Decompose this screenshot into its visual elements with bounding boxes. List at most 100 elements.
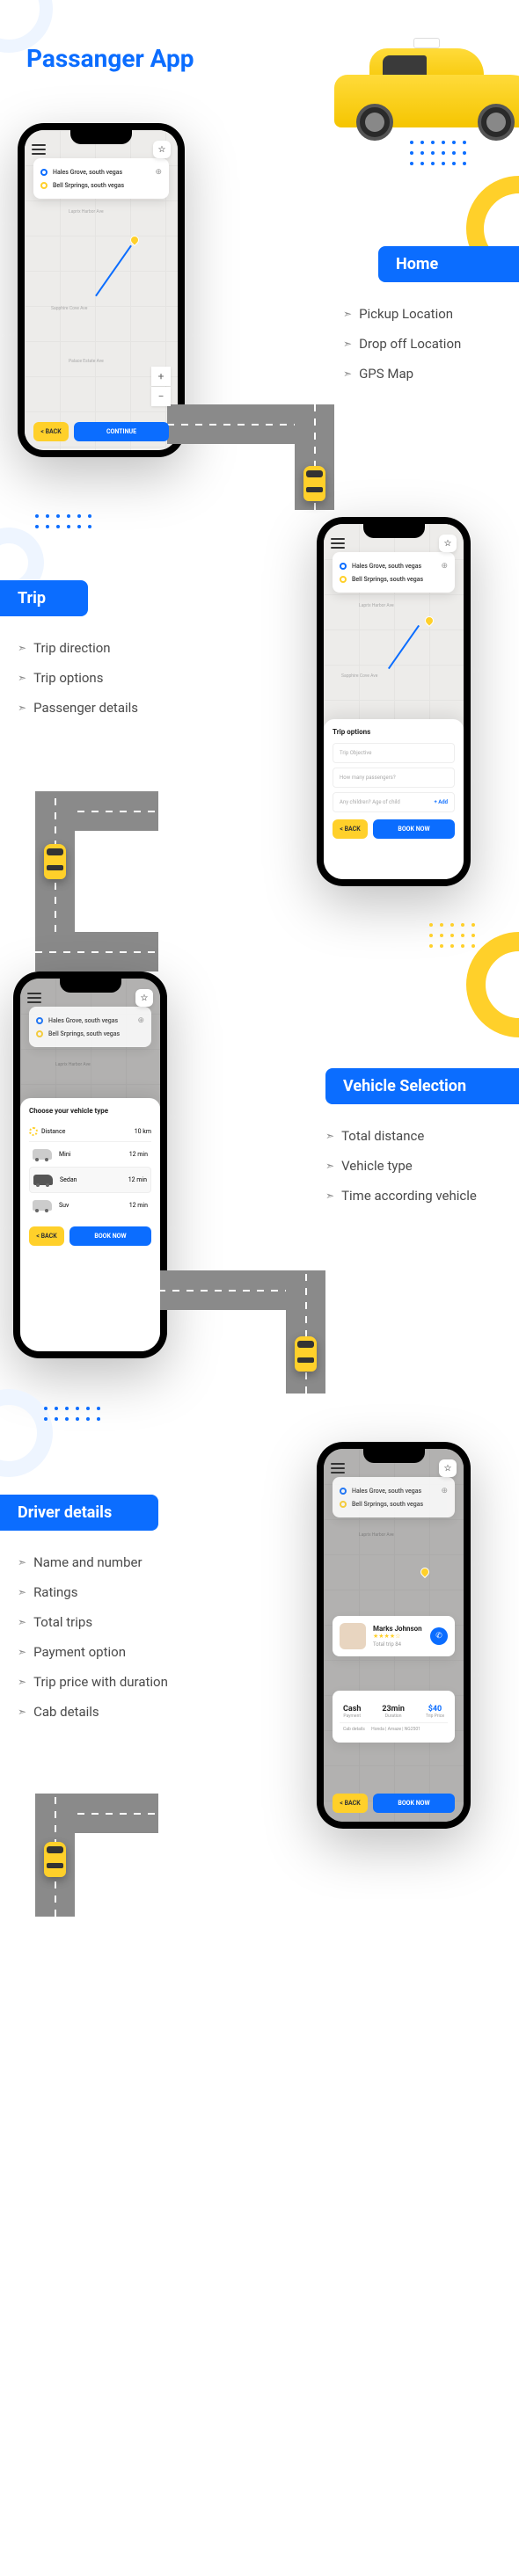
- back-button[interactable]: < BACK: [33, 422, 69, 441]
- driver-avatar: [340, 1623, 366, 1649]
- vehicle-name: Sedan: [60, 1176, 77, 1183]
- decoration: [0, 1389, 53, 1477]
- feature-item: Total distance: [325, 1121, 501, 1151]
- dropoff-text: Bell Srprings, south vegas: [352, 1501, 423, 1508]
- dropoff-text: Bell Srprings, south vegas: [48, 1030, 120, 1037]
- pickup-text: Hales Grove, south vegas: [352, 563, 421, 570]
- street-label: Laprix Harbor Ave: [359, 1532, 394, 1538]
- book-now-button[interactable]: BOOK NOW: [373, 819, 455, 839]
- pickup-row[interactable]: Hales Grove, south vegas ⊕: [340, 559, 448, 573]
- distance-row: Distance 10 km: [29, 1122, 151, 1142]
- passengers-input[interactable]: How many passengers?: [333, 768, 455, 788]
- back-button[interactable]: < BACK: [333, 819, 368, 839]
- car-icon: [33, 1200, 52, 1211]
- menu-icon[interactable]: [331, 538, 345, 549]
- car-icon: [33, 1149, 52, 1160]
- trip-objective-input[interactable]: Trip Objective: [333, 743, 455, 763]
- taxi-icon: [44, 1842, 66, 1877]
- payment-value: Cash: [343, 1705, 361, 1714]
- taxi-icon: [295, 1336, 317, 1372]
- car-icon: [33, 1175, 53, 1185]
- duration-value: 23min: [382, 1705, 405, 1714]
- location-card: Hales Grove, south vegas ⊕ Bell Srprings,…: [333, 552, 455, 593]
- decoration: [410, 141, 466, 165]
- menu-icon[interactable]: [32, 144, 46, 155]
- back-button[interactable]: < BACK: [333, 1794, 368, 1813]
- pickup-pin-icon: [340, 563, 347, 570]
- rating-stars: ★★★★☆: [373, 1633, 423, 1640]
- target-icon[interactable]: ⊕: [441, 562, 448, 571]
- feature-item: GPS Map: [343, 359, 501, 389]
- book-now-button[interactable]: BOOK NOW: [373, 1794, 455, 1813]
- favorite-icon[interactable]: ☆: [135, 989, 153, 1007]
- dropoff-row[interactable]: Bell Srprings, south vegas: [36, 1028, 144, 1040]
- favorite-icon[interactable]: ☆: [153, 141, 171, 158]
- vehicle-time: 12 min: [129, 1202, 148, 1209]
- feature-item: Time according vehicle: [325, 1181, 501, 1211]
- favorite-icon[interactable]: ☆: [439, 535, 457, 552]
- pickup-row[interactable]: Hales Grove, south vegas ⊕: [40, 165, 162, 179]
- street-label: Sapphire Cove Ave: [341, 673, 377, 679]
- dropoff-pin-icon: [340, 576, 347, 583]
- vehicle-name: Mini: [59, 1151, 70, 1158]
- trip-count: Total trip 84: [373, 1641, 423, 1648]
- continue-button[interactable]: CONTINUE: [74, 422, 169, 441]
- menu-icon[interactable]: [331, 1463, 345, 1474]
- zoom-in-button[interactable]: +: [151, 367, 171, 386]
- target-icon[interactable]: ⊕: [137, 1016, 144, 1025]
- children-input[interactable]: Any children? Age of child+ Add: [333, 792, 455, 812]
- pickup-text: Hales Grove, south vegas: [352, 1488, 421, 1495]
- phone-vehicle: Laprix Harbor Ave ☆ Hales Grove, south v…: [13, 971, 167, 1358]
- duration-col: 23minDuration: [382, 1705, 405, 1719]
- duration-label: Duration: [382, 1714, 405, 1719]
- dropoff-pin-icon: [340, 1501, 347, 1508]
- back-button[interactable]: < BACK: [29, 1226, 64, 1246]
- driver-name: Marks Johnson: [373, 1625, 423, 1633]
- dropoff-text: Bell Srprings, south vegas: [53, 182, 124, 189]
- vehicle-option[interactable]: Mini 12 min: [29, 1142, 151, 1167]
- target-icon[interactable]: ⊕: [441, 1487, 448, 1495]
- driver-card: Marks Johnson ★★★★☆ Total trip 84 ✆: [333, 1616, 455, 1656]
- driver-features: Name and number Ratings Total trips Paym…: [18, 1547, 211, 1727]
- pickup-pin-icon: [36, 1017, 43, 1024]
- price-label: Trip Price: [426, 1714, 444, 1719]
- location-card: Hales Grove, south vegas ⊕ Bell Srprings,…: [33, 158, 169, 199]
- pickup-row[interactable]: Hales Grove, south vegas ⊕: [340, 1484, 448, 1498]
- book-now-button[interactable]: BOOK NOW: [69, 1226, 151, 1246]
- dropoff-row[interactable]: Bell Srprings, south vegas: [340, 573, 448, 586]
- call-button[interactable]: ✆: [430, 1627, 448, 1645]
- zoom-controls: + −: [151, 367, 171, 406]
- street-label: Laprix Harbor Ave: [359, 603, 394, 608]
- taxi-illustration: [334, 26, 519, 141]
- distance-icon: [29, 1127, 38, 1136]
- dropoff-row[interactable]: Bell Srprings, south vegas: [340, 1498, 448, 1510]
- zoom-out-button[interactable]: −: [151, 387, 171, 406]
- target-icon[interactable]: ⊕: [155, 168, 162, 177]
- home-features: Pickup Location Drop off Location GPS Ma…: [343, 299, 501, 389]
- menu-icon[interactable]: [27, 993, 41, 1003]
- phone-trip: Laprix Harbor Ave Sapphire Cove Ave ☆ Ha…: [317, 517, 471, 886]
- notch: [60, 979, 121, 993]
- price-value: $40: [426, 1705, 444, 1714]
- taxi-icon: [44, 844, 66, 879]
- dropoff-text: Bell Srprings, south vegas: [352, 576, 423, 583]
- feature-item: Trip options: [18, 663, 176, 693]
- add-link[interactable]: + Add: [434, 799, 448, 805]
- vehicle-option[interactable]: Suv 12 min: [29, 1193, 151, 1218]
- street-label: Laprix Harbor Ave: [55, 1062, 91, 1067]
- feature-item: Total trips: [18, 1607, 211, 1637]
- dropoff-pin-icon: [40, 182, 48, 189]
- pickup-text: Hales Grove, south vegas: [53, 169, 122, 176]
- location-card: Hales Grove, south vegas ⊕ Bell Srprings,…: [333, 1477, 455, 1517]
- favorite-icon[interactable]: ☆: [439, 1459, 457, 1477]
- notch: [70, 130, 132, 144]
- feature-item: Drop off Location: [343, 329, 501, 359]
- pickup-row[interactable]: Hales Grove, south vegas⊕: [36, 1014, 144, 1028]
- vehicle-features: Total distance Vehicle type Time accordi…: [325, 1121, 501, 1211]
- trip-options-panel: Trip options Trip Objective How many pas…: [324, 719, 464, 879]
- payment-label: Payment: [343, 1714, 361, 1719]
- vehicle-option[interactable]: Sedan 12 min: [29, 1167, 151, 1193]
- dropoff-row[interactable]: Bell Srprings, south vegas: [40, 179, 162, 192]
- notch: [363, 1449, 425, 1463]
- road: [286, 1270, 325, 1394]
